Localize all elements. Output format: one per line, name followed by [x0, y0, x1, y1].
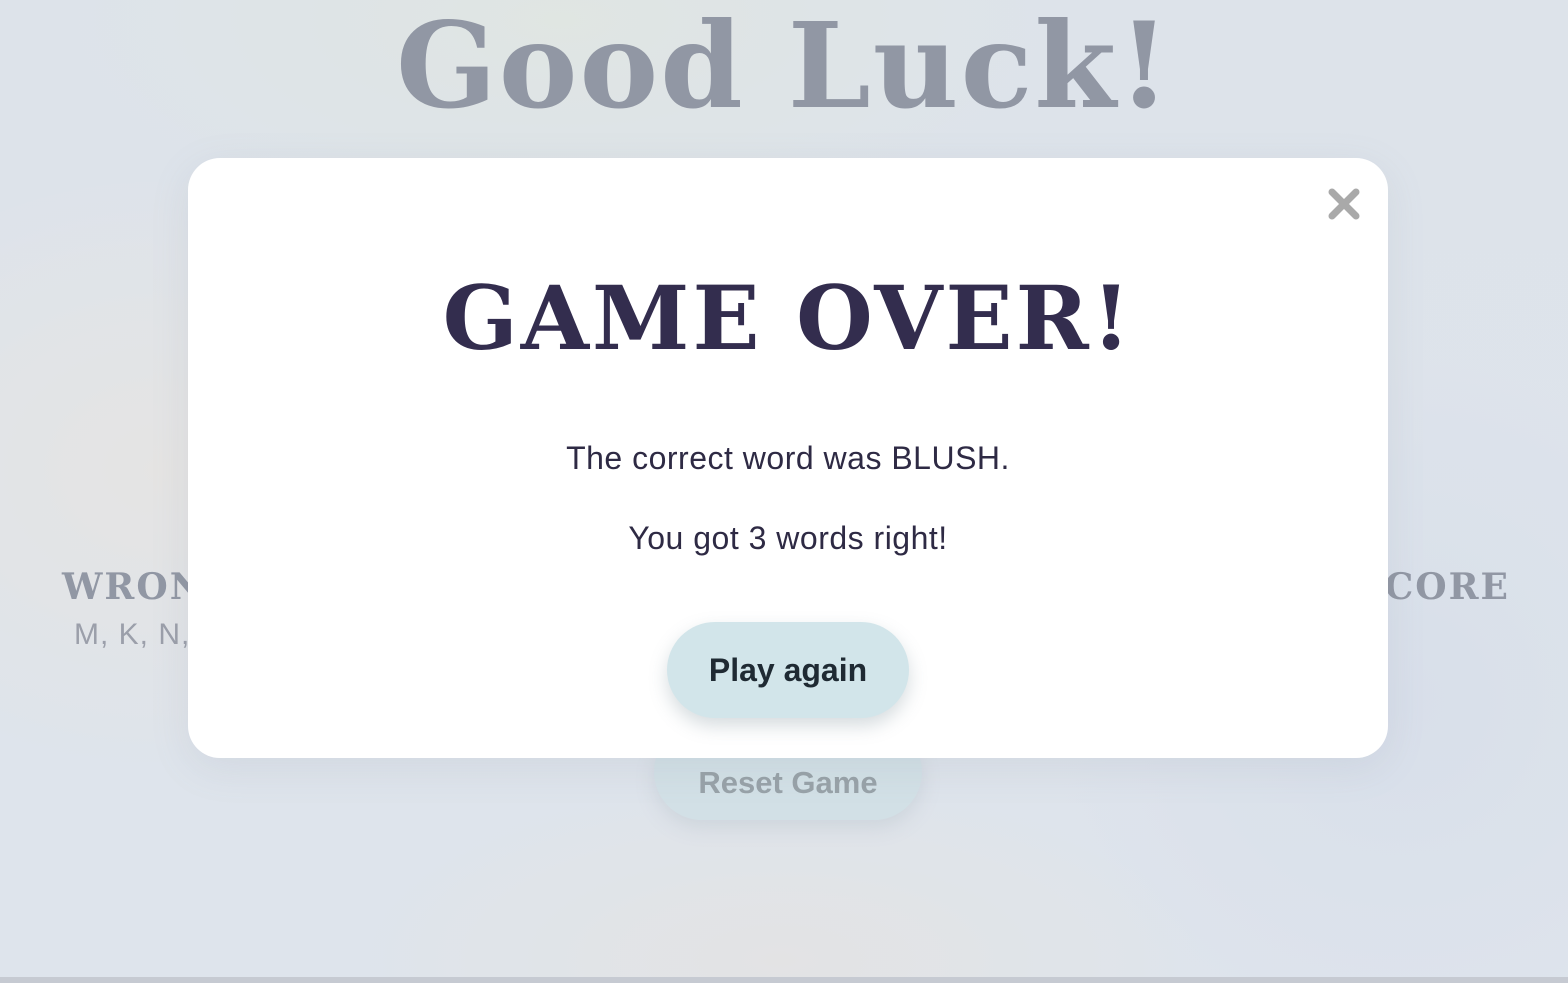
correct-word-message: The correct word was BLUSH. [566, 440, 1010, 476]
game-over-modal: GAME OVER! The correct word was BLUSH. Y… [188, 158, 1388, 758]
close-icon [1328, 188, 1360, 220]
score-message: You got 3 words right! [628, 520, 948, 556]
close-modal-button[interactable] [1322, 182, 1366, 226]
play-again-button[interactable]: Play again [667, 622, 909, 718]
bottom-edge [0, 977, 1568, 983]
modal-title: GAME OVER! [442, 266, 1134, 370]
